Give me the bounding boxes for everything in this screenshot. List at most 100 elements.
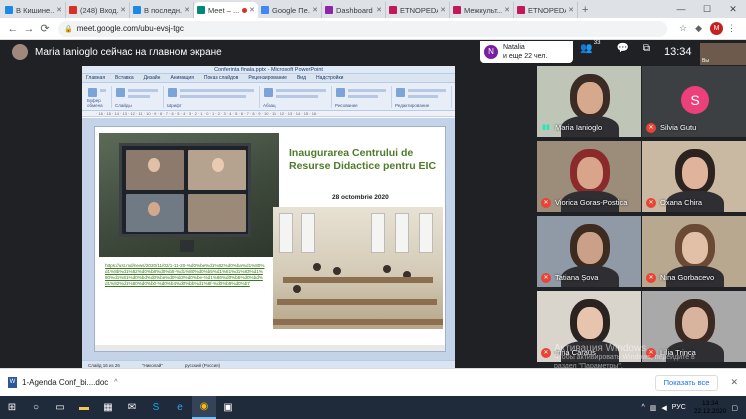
ribbon-control[interactable] <box>276 95 318 98</box>
ppt-menu-item[interactable]: Вид <box>297 75 306 81</box>
participant-pill-avatar: N <box>484 45 498 59</box>
show-all-button[interactable]: Показать все <box>654 374 719 391</box>
tab-favicon-icon <box>133 6 141 14</box>
url-field[interactable]: 🔒 meet.google.com/ubu-evsj-tgc <box>58 20 667 37</box>
ribbon-control[interactable] <box>408 95 438 98</box>
volume-icon[interactable]: ◀ <box>661 404 666 412</box>
participant-name: Oxana Chira <box>660 198 703 207</box>
ribbon-control[interactable] <box>128 95 150 98</box>
tab-close-icon[interactable]: ✕ <box>440 6 446 14</box>
edge-icon[interactable]: e <box>168 396 192 419</box>
ppt-ribbon-group: Редактирование <box>392 86 452 108</box>
ribbon-control[interactable] <box>348 95 378 98</box>
activities-icon[interactable]: ⧉ <box>643 43 650 54</box>
participant-tile[interactable]: ✕ Viorica Goras-Postica <box>537 141 641 212</box>
ribbon-button-icon[interactable] <box>88 88 97 97</box>
mail-icon[interactable]: ✉ <box>120 396 144 419</box>
notifications-icon[interactable]: ▢ <box>731 404 738 412</box>
browser-tab[interactable]: (248) Вход...✕ <box>66 2 130 18</box>
search-icon[interactable]: ○ <box>24 396 48 419</box>
back-icon[interactable]: ← <box>6 23 20 35</box>
store-icon[interactable]: ▦ <box>96 396 120 419</box>
ppt-ruler: · 16 · 15 · 14 · 13 · 12 · 11 · 10 · 9 ·… <box>82 111 455 117</box>
participant-pill-more: и еще 22 чел. <box>503 53 548 60</box>
shared-screen: Conferinta finala.pptx - Microsoft Power… <box>82 66 455 369</box>
folder-icon[interactable]: ▬ <box>72 396 96 419</box>
ppt-menu-item[interactable]: Рецензирование <box>248 75 287 81</box>
people-icon[interactable]: 👥 33 <box>580 40 600 54</box>
ribbon-control[interactable] <box>100 89 106 92</box>
browser-tab[interactable]: Межкульт... ✕ <box>450 2 514 18</box>
menu-icon[interactable]: ⋮ <box>727 23 736 34</box>
browser-tab[interactable]: ETNOPEDA...✕ <box>386 2 450 18</box>
maximize-button[interactable]: ☐ <box>694 0 720 18</box>
ribbon-button-icon[interactable] <box>336 88 345 97</box>
tab-close-icon[interactable]: ✕ <box>312 6 318 14</box>
participant-tile[interactable]: ✕ Oxana Chira <box>642 141 746 212</box>
profile-avatar[interactable]: M <box>710 22 723 35</box>
participant-pill[interactable]: N Natalia и еще 22 чел. <box>480 41 573 63</box>
browser-tab[interactable]: Google Пе... ✕ <box>258 2 322 18</box>
ribbon-button-icon[interactable] <box>264 88 273 97</box>
ribbon-control[interactable] <box>180 95 246 98</box>
close-icon[interactable]: ✕ <box>730 377 738 388</box>
task-view-icon[interactable]: ▭ <box>48 396 72 419</box>
app-icon[interactable]: ▣ <box>216 396 240 419</box>
tab-close-icon[interactable]: ✕ <box>184 6 190 14</box>
ribbon-control[interactable] <box>128 89 158 92</box>
participant-face <box>577 157 603 189</box>
ribbon-control[interactable] <box>276 89 326 92</box>
slide-link[interactable]: https://ust.md/news/2020/11/02/1-11-20-%… <box>105 263 265 287</box>
reload-icon[interactable]: ⟳ <box>38 22 52 35</box>
tab-close-icon[interactable]: ✕ <box>249 6 255 14</box>
ppt-menu-item[interactable]: Главная <box>86 75 105 81</box>
skype-icon[interactable]: S <box>144 396 168 419</box>
tab-close-icon[interactable]: ✕ <box>568 6 574 14</box>
ppt-menu-item[interactable]: Анимация <box>170 75 193 81</box>
participant-avatar: S <box>681 86 709 114</box>
ppt-menu-item[interactable]: Дизайн <box>144 75 161 81</box>
participant-tile[interactable]: ✕ Nina Gorbacevo <box>642 216 746 287</box>
minimize-button[interactable]: — <box>668 0 694 18</box>
ribbon-control[interactable] <box>180 89 254 92</box>
tab-list: В Кишине...✕(248) Вход...✕В последн...✕M… <box>2 2 578 18</box>
ribbon-button-icon[interactable] <box>396 88 405 97</box>
star-icon[interactable]: ☆ <box>679 23 687 34</box>
tab-close-icon[interactable]: ✕ <box>504 6 510 14</box>
tab-close-icon[interactable]: ✕ <box>376 6 382 14</box>
chat-icon[interactable]: 💬 <box>616 43 628 54</box>
extension-icon[interactable]: ◆ <box>695 23 702 34</box>
input-language[interactable]: РУС <box>672 404 686 411</box>
browser-tab[interactable]: Dashboard ✕ <box>322 2 386 18</box>
ribbon-button-icon[interactable] <box>116 88 125 97</box>
ppt-menu-item[interactable]: Вставка <box>115 75 134 81</box>
ribbon-control[interactable] <box>408 89 446 92</box>
chevron-up-icon[interactable]: ^ <box>114 379 117 386</box>
participant-name: Maria Ianioglo <box>555 123 603 132</box>
browser-tab[interactable]: В Кишине... ✕ <box>2 2 66 18</box>
network-icon[interactable]: ▥ <box>650 404 657 412</box>
tray-arrow-icon[interactable]: ^ <box>641 404 644 411</box>
ppt-menu-item[interactable]: Надстройки <box>316 75 343 81</box>
forward-icon[interactable]: → <box>22 23 36 35</box>
ribbon-button-icon[interactable] <box>168 88 177 97</box>
browser-tab[interactable]: Meet – ... ✕ <box>194 2 258 18</box>
new-tab-button[interactable]: + <box>582 2 588 18</box>
participant-tile[interactable]: S ✕ Silvia Gutu <box>642 66 746 137</box>
participant-tile[interactable]: ▮▮ Maria Ianioglo <box>537 66 641 137</box>
ribbon-control[interactable] <box>348 89 386 92</box>
windows-start-icon[interactable]: ⊞ <box>0 396 24 419</box>
tray-clock[interactable]: 13:34 22.12.2020 <box>694 400 727 416</box>
download-filename[interactable]: 1-Agenda Conf_bi....doc <box>22 378 108 387</box>
tab-favicon-icon <box>325 6 333 14</box>
tab-close-icon[interactable]: ✕ <box>56 6 62 14</box>
chrome-icon[interactable]: ◉ <box>192 396 216 419</box>
self-view-tile[interactable]: Вы <box>700 43 746 65</box>
ppt-status-item: Слайд 16 из 26 <box>88 362 120 368</box>
close-window-button[interactable]: ✕ <box>720 0 746 18</box>
tab-close-icon[interactable]: ✕ <box>120 6 126 14</box>
participant-tile[interactable]: ✕ Tatiana Șova <box>537 216 641 287</box>
ppt-menu-item[interactable]: Показ слайдов <box>204 75 238 81</box>
browser-tab[interactable]: В последн... ✕ <box>130 2 194 18</box>
browser-tab[interactable]: ETNOPEDA...✕ <box>514 2 578 18</box>
